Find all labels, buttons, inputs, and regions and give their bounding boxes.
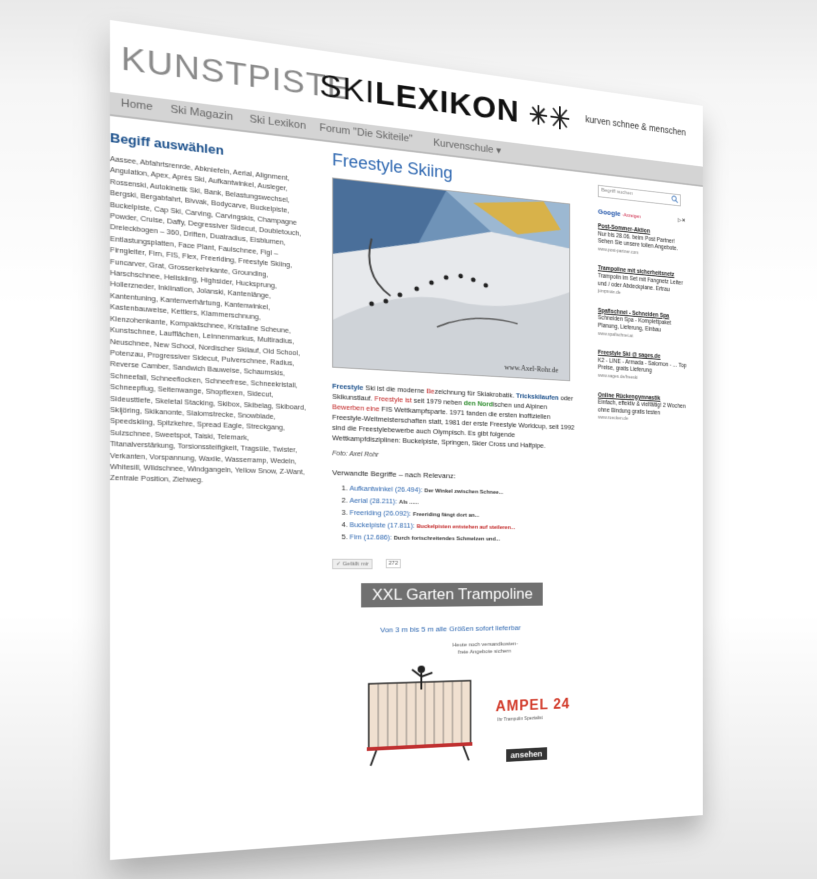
ad-small-text: Heute noch versandkosten- bbox=[452, 641, 518, 649]
related-count: (28.211): bbox=[369, 496, 398, 506]
side-ad[interactable]: Freestyle Ski @ sages.de K2 - LINE - Arm… bbox=[598, 350, 687, 385]
nav-ski-magazin[interactable]: Ski Magazin bbox=[170, 104, 233, 123]
related-link[interactable]: Buckelpiste bbox=[350, 520, 386, 529]
adchoices-icon[interactable]: ▷✕ bbox=[678, 217, 686, 224]
related-count: (17.811): bbox=[387, 520, 415, 530]
article-body: Freestyle Ski ist die moderne Bezeichnun… bbox=[332, 381, 577, 452]
ad-view-button[interactable]: ansehen bbox=[506, 747, 547, 762]
related-link[interactable]: Aufkantwinkel bbox=[350, 484, 393, 493]
painting-graphic: www.Axel-Rohr.de bbox=[333, 178, 570, 381]
ad-brand-sub: Ihr Trampolin Spezialist bbox=[497, 715, 543, 723]
related-count: (26.092): bbox=[383, 508, 412, 518]
webpage-screenshot: KUNSTPISTE SKILEXIKON kurven schnee & me… bbox=[110, 20, 703, 860]
side-ad[interactable]: Post-Sommer-Aktion Nur bis 28.06. beim P… bbox=[598, 223, 687, 262]
ad-small-text: freie Angebote sichern bbox=[457, 648, 512, 656]
related-desc: Durch fortschreitendes Schmelzen und... bbox=[393, 535, 501, 543]
side-ad[interactable]: Spafischnei - Schneiden Spa Schneiden Sp… bbox=[598, 308, 687, 344]
side-ad[interactable]: Trampoline mit sicherheitsnetz Trampolin… bbox=[598, 265, 687, 302]
photo-credit: Foto: Axel Rohr bbox=[332, 450, 379, 459]
right-sidebar: Begriff suchen Google -Anzeigen ▷✕ Post-S… bbox=[597, 184, 687, 426]
related-item: Firn (12.686): Durch fortschreitendes Sc… bbox=[350, 532, 577, 546]
text-seg: ischen und Alpinen bbox=[492, 400, 548, 411]
related-link[interactable]: Firn bbox=[350, 533, 362, 542]
snowflake-logo-icon bbox=[530, 100, 573, 132]
text-freestyle: Freestyle bbox=[332, 381, 364, 392]
related-link[interactable]: Aerial bbox=[350, 496, 368, 505]
nav-kurvenschule[interactable]: Kurvenschule ▾ bbox=[433, 136, 501, 156]
google-label: Google bbox=[597, 207, 621, 218]
text-den-nord: den Nord bbox=[463, 398, 493, 409]
term-index: Begiff auswählen Aassee, Abfahrtsrenrde,… bbox=[110, 130, 308, 488]
text-bewerben: Bewerben eine bbox=[332, 402, 380, 414]
ads-by-label: -Anzeigen bbox=[622, 212, 641, 220]
related-desc: Freeriding fängt dort an... bbox=[412, 512, 480, 519]
freestyle-skiing-painting: www.Axel-Rohr.de bbox=[332, 177, 571, 382]
logo-ski: SKI bbox=[319, 67, 376, 111]
related-terms: Aufkantwinkel (26.494): Der Winkel zwisc… bbox=[350, 483, 577, 546]
related-desc: Als ...... bbox=[399, 499, 419, 506]
article: Freestyle Skiing www.Axel-Rohr.de Freest… bbox=[332, 146, 577, 781]
trampoline-icon bbox=[359, 662, 479, 768]
like-button[interactable]: ✓ Gefällt mir bbox=[332, 558, 373, 570]
text-seg: seit 1979 neben bbox=[411, 396, 464, 407]
search-icon[interactable] bbox=[671, 195, 678, 203]
logo-lexikon: LEXIKON bbox=[375, 75, 520, 130]
side-ad[interactable]: Online Rückengymnastik Einfach, effektiv… bbox=[598, 392, 687, 426]
nav-home[interactable]: Home bbox=[121, 97, 153, 113]
text-freestyle-ist: Freestyle ist bbox=[374, 394, 412, 405]
related-count: (26.494): bbox=[394, 484, 423, 494]
related-count: (12.686): bbox=[363, 532, 392, 542]
term-list[interactable]: Aassee, Abfahrtsrenrde, Abkniefeln, Aeri… bbox=[110, 153, 308, 488]
nav-ski-lexikon[interactable]: Ski Lexikon bbox=[250, 113, 306, 131]
perspective-stage: KUNSTPISTE SKILEXIKON kurven schnee & me… bbox=[0, 0, 817, 879]
related-desc: Der Winkel zwischen Schnee... bbox=[424, 488, 504, 496]
search-input[interactable]: Begriff suchen bbox=[597, 184, 681, 207]
ad-subline: Von 3 m bis 5 m alle Größen sofort liefe… bbox=[380, 623, 521, 635]
text-trick: Trickskilaufen bbox=[516, 391, 559, 402]
related-link[interactable]: Freeriding bbox=[350, 508, 382, 517]
ad-banner[interactable]: XXL Garten Trampoline bbox=[361, 582, 543, 608]
like-row: ✓ Gefällt mir 272 bbox=[332, 558, 577, 570]
like-count: 272 bbox=[385, 558, 401, 569]
ad-brand-logo: AMPEL 24 bbox=[495, 696, 571, 715]
related-heading: Verwandte Begriffe – nach Relevanz: bbox=[332, 468, 456, 481]
logo-skilexikon[interactable]: SKILEXIKON bbox=[319, 67, 519, 130]
related-desc: Buckelpisten entstehen auf steileren... bbox=[416, 524, 516, 531]
trampoline-ad[interactable]: XXL Garten Trampoline Von 3 m bis 5 m al… bbox=[342, 582, 577, 780]
search-placeholder: Begriff suchen bbox=[601, 187, 633, 197]
tagline: kurven schnee & menschen bbox=[585, 115, 686, 139]
